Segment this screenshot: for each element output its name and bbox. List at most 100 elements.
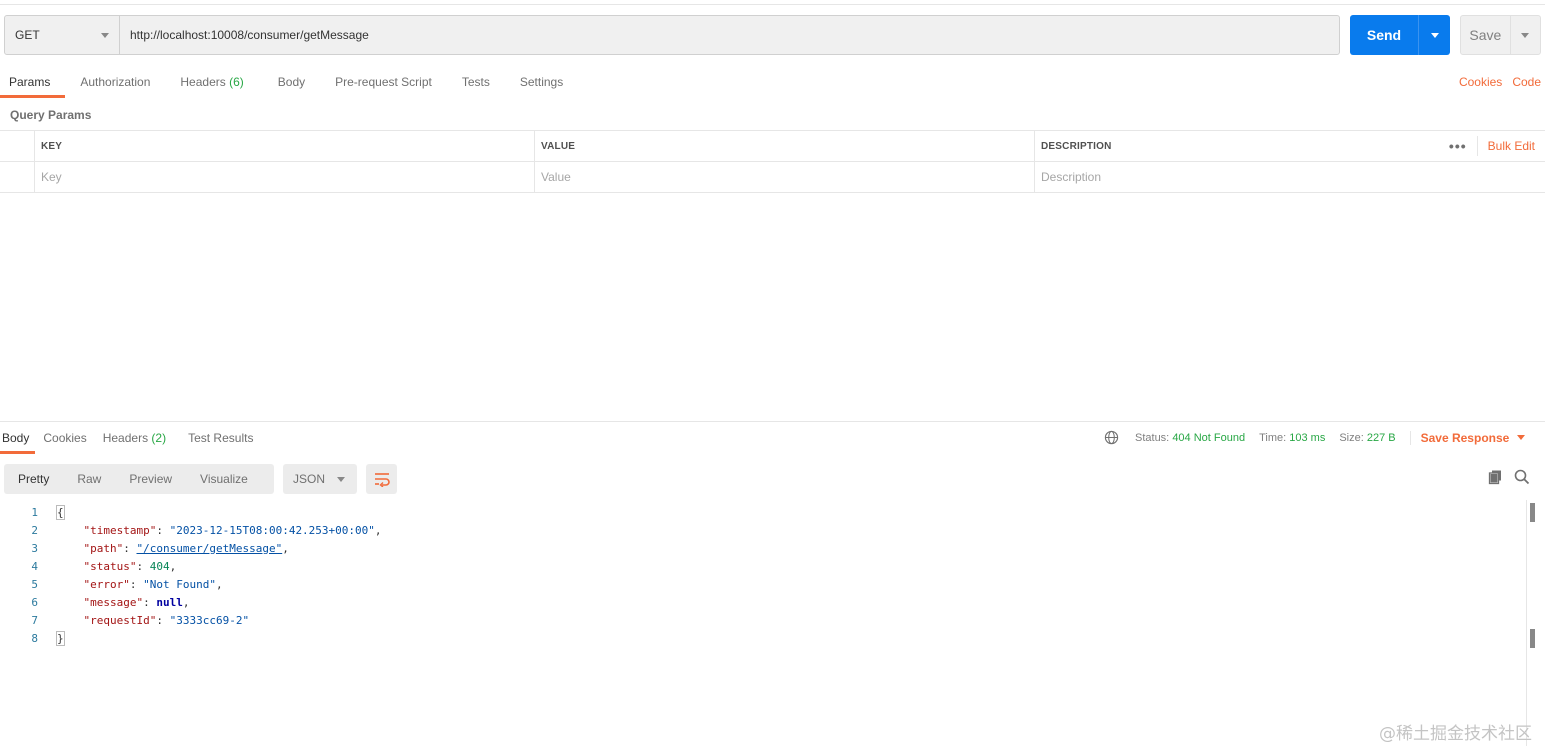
chevron-down-icon xyxy=(101,32,109,38)
response-tab-body[interactable]: Body xyxy=(0,424,36,454)
method-select[interactable]: GET xyxy=(5,16,120,54)
code-link[interactable]: Code xyxy=(1512,75,1541,89)
value-placeholder: Value xyxy=(541,170,571,184)
code-line: 8 } xyxy=(0,629,1525,647)
json-value-link[interactable]: "/consumer/getMessage" xyxy=(137,542,283,555)
json-value: null xyxy=(156,595,183,609)
json-close-brace: } xyxy=(56,630,65,646)
checkbox-column xyxy=(0,131,35,161)
tab-label: Headers xyxy=(180,75,226,89)
json-key: "path" xyxy=(83,541,124,555)
line-number: 3 xyxy=(31,541,38,555)
code-line: 4 "status": 404, xyxy=(0,557,1525,575)
json-key: "requestId" xyxy=(83,613,157,627)
code-line: 1 { xyxy=(0,503,1525,521)
response-status-bar: Status: 404 Not Found Time: 103 ms Size:… xyxy=(1104,430,1526,445)
line-number: 2 xyxy=(31,523,38,537)
code-line: 3 "path": "/consumer/getMessage", xyxy=(0,539,1525,557)
tab-tests[interactable]: Tests xyxy=(447,66,505,98)
tab-label: Authorization xyxy=(80,75,151,89)
save-response-label: Save Response xyxy=(1420,430,1510,445)
save-response-button[interactable]: Save Response xyxy=(1409,430,1526,445)
value-input[interactable]: Value xyxy=(535,162,1035,192)
method-label: GET xyxy=(15,28,40,42)
status-value: 404 Not Found xyxy=(1172,431,1246,444)
tab-settings[interactable]: Settings xyxy=(505,66,578,98)
view-mode-segmented: Pretty Raw Preview Visualize xyxy=(4,464,274,494)
query-params-table: KEY VALUE DESCRIPTION ••• Bulk Edit Key … xyxy=(0,130,1545,193)
code-line: 6 "message": null, xyxy=(0,593,1525,611)
json-key: "error" xyxy=(83,577,130,591)
more-horizontal-icon[interactable]: ••• xyxy=(1449,136,1478,156)
code-line: 2 "timestamp": "2023-12-15T08:00:42.253+… xyxy=(0,521,1525,539)
json-open-brace: { xyxy=(56,504,65,520)
tab-label: Settings xyxy=(519,75,564,89)
top-divider xyxy=(0,4,1545,5)
request-right-links: Cookies Code xyxy=(1459,75,1541,89)
save-options-button[interactable] xyxy=(1509,16,1540,54)
format-select[interactable]: JSON xyxy=(283,464,357,494)
tab-label: Params xyxy=(9,75,51,89)
response-divider xyxy=(0,421,1545,422)
scrollbar-marker[interactable] xyxy=(1530,503,1535,522)
url-input[interactable]: http://localhost:10008/consumer/getMessa… xyxy=(120,16,1339,54)
headers-count: (6) xyxy=(229,75,244,89)
key-input[interactable]: Key xyxy=(35,162,535,192)
view-mode-pretty[interactable]: Pretty xyxy=(4,472,63,486)
chevron-down-icon xyxy=(1517,435,1526,440)
view-mode-visualize[interactable]: Visualize xyxy=(186,472,262,486)
tab-label: Pre-request Script xyxy=(335,75,432,89)
line-number: 7 xyxy=(31,613,38,627)
cookies-link[interactable]: Cookies xyxy=(1459,75,1502,89)
editor-scrollbar-track[interactable] xyxy=(1526,500,1527,746)
json-key: "status" xyxy=(83,559,137,573)
globe-icon[interactable] xyxy=(1104,430,1119,445)
table-row: Key Value Description xyxy=(0,162,1545,193)
response-tab-test-results[interactable]: Test Results xyxy=(180,424,261,454)
send-options-button[interactable] xyxy=(1418,15,1450,55)
response-tab-cookies[interactable]: Cookies xyxy=(41,424,94,454)
json-value: 404 xyxy=(149,559,170,573)
send-label: Send xyxy=(1366,27,1402,43)
chevron-down-icon xyxy=(337,476,345,482)
request-bar: GET http://localhost:10008/consumer/getM… xyxy=(4,15,1340,55)
line-number: 1 xyxy=(31,505,38,519)
query-params-title: Query Params xyxy=(10,108,92,122)
tab-authorization[interactable]: Authorization xyxy=(65,66,165,98)
size-value: 227 B xyxy=(1366,431,1396,444)
status-label: Status: xyxy=(1135,431,1170,444)
tab-params[interactable]: Params xyxy=(0,66,66,98)
view-mode-raw[interactable]: Raw xyxy=(63,472,115,486)
row-checkbox[interactable] xyxy=(0,162,35,192)
view-mode-preview[interactable]: Preview xyxy=(115,472,186,486)
response-tabs: Body Cookies Headers (2) Test Results xyxy=(0,424,267,454)
chevron-down-icon xyxy=(1430,32,1439,38)
tab-label: Body xyxy=(277,75,306,89)
chevron-down-icon xyxy=(1521,32,1530,38)
bulk-edit-link[interactable]: Bulk Edit xyxy=(1488,139,1535,153)
tab-label: Cookies xyxy=(43,431,87,445)
json-value: "Not Found" xyxy=(143,577,216,591)
save-label: Save xyxy=(1469,27,1502,43)
status-info: Status: 404 Not Found xyxy=(1135,432,1245,444)
description-input[interactable]: Description xyxy=(1035,162,1545,192)
search-icon[interactable] xyxy=(1514,469,1530,485)
tab-pre-request-script[interactable]: Pre-request Script xyxy=(320,66,447,98)
save-button[interactable]: Save xyxy=(1460,15,1541,55)
key-placeholder: Key xyxy=(41,170,62,184)
wrap-lines-button[interactable] xyxy=(366,464,397,494)
tab-headers[interactable]: Headers (6) xyxy=(165,66,258,98)
send-button[interactable]: Send xyxy=(1350,15,1450,55)
scrollbar-marker[interactable] xyxy=(1530,629,1535,648)
table-header-row: KEY VALUE DESCRIPTION ••• Bulk Edit xyxy=(0,131,1545,162)
response-tab-headers[interactable]: Headers (2) xyxy=(101,424,174,454)
line-number: 4 xyxy=(31,559,38,573)
response-body-editor[interactable]: 1 { 2 "timestamp": "2023-12-15T08:00:42.… xyxy=(0,503,1525,647)
json-value: "3333cc69-2" xyxy=(169,613,250,627)
tab-body[interactable]: Body xyxy=(259,66,320,98)
tab-label: Tests xyxy=(461,75,490,89)
line-number: 6 xyxy=(31,595,38,609)
copy-icon[interactable] xyxy=(1488,469,1504,485)
line-number: 8 xyxy=(31,631,38,645)
json-key: "message" xyxy=(83,595,144,609)
